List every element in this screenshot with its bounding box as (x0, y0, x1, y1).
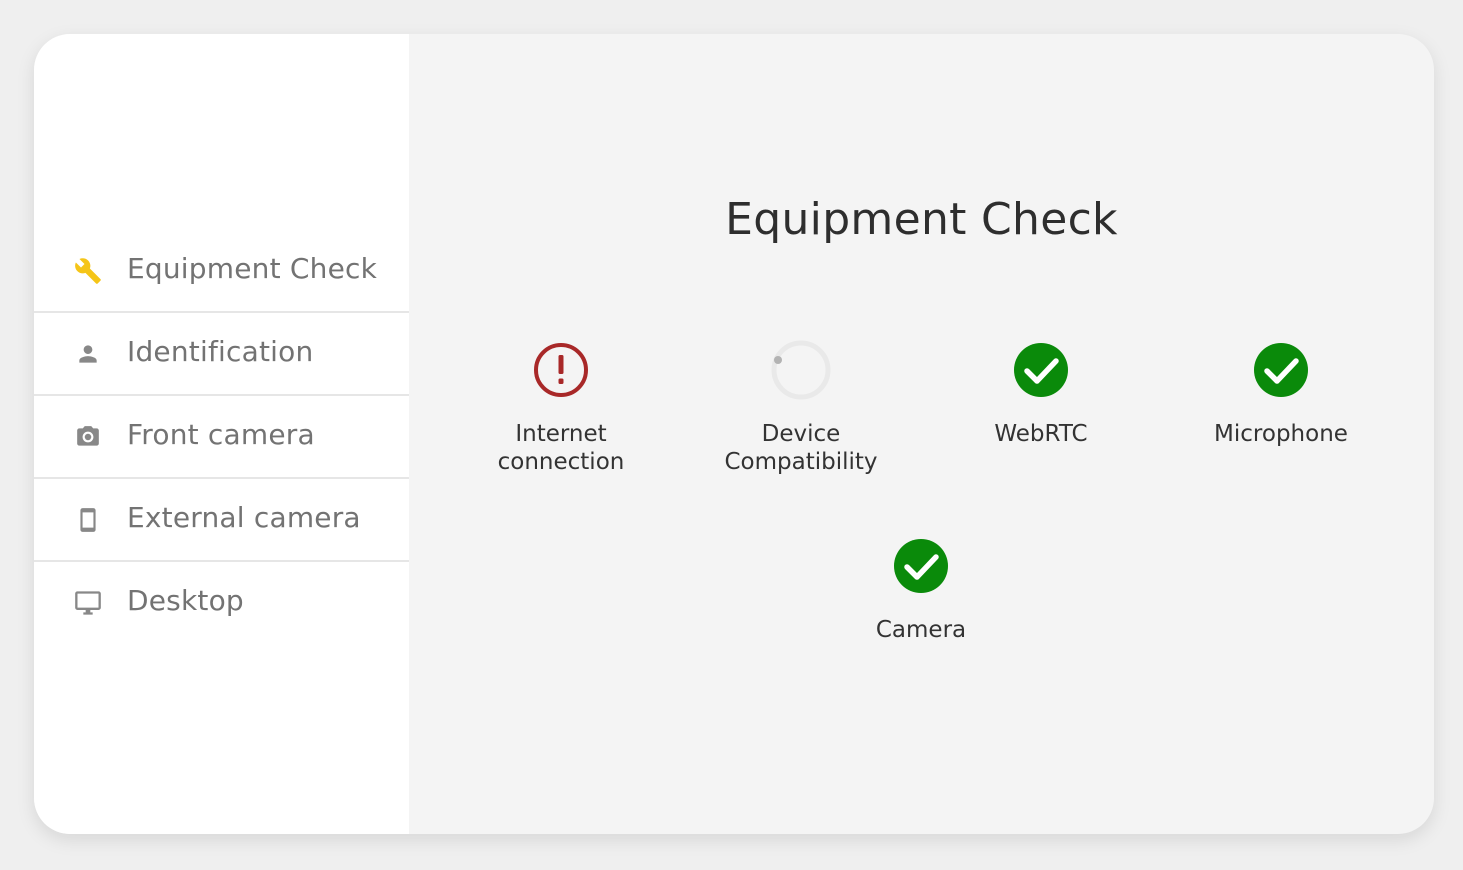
check-microphone: Microphone (1161, 338, 1401, 448)
sidebar-nav: Equipment Check Identification Front cam… (34, 230, 409, 643)
check-internet-connection: Internet connection (441, 338, 681, 476)
wrench-icon (74, 257, 102, 285)
sidebar-item-label: External camera (127, 501, 361, 534)
monitor-icon (74, 589, 102, 617)
page-title: Equipment Check (725, 194, 1118, 245)
check-label: Camera (875, 617, 967, 643)
sidebar-item-label: Desktop (127, 584, 244, 617)
spinner-icon (769, 338, 833, 402)
main-panel: Equipment Check Internet connection Devi… (409, 34, 1434, 834)
sidebar-item-equipment-check[interactable]: Equipment Check (34, 230, 409, 313)
check-circle-icon (1249, 338, 1313, 402)
sidebar-item-label: Equipment Check (127, 252, 378, 285)
check-circle-icon (1009, 338, 1073, 402)
sidebar-item-identification[interactable]: Identification (34, 313, 409, 396)
check-label: Device Compatibility (724, 421, 878, 475)
check-label: WebRTC (994, 421, 1088, 447)
check-camera: Camera (801, 534, 1041, 644)
sidebar-item-label: Front camera (127, 418, 315, 451)
smartphone-icon (74, 506, 102, 534)
check-label: Internet connection (497, 421, 625, 475)
sidebar-item-desktop[interactable]: Desktop (34, 562, 409, 643)
check-circle-icon (889, 534, 953, 598)
check-label: Microphone (1214, 421, 1348, 447)
check-webrtc: WebRTC (921, 338, 1161, 448)
error-icon (529, 338, 593, 402)
sidebar: Equipment Check Identification Front cam… (34, 34, 409, 834)
sidebar-item-label: Identification (127, 335, 314, 368)
person-icon (74, 340, 102, 368)
sidebar-item-external-camera[interactable]: External camera (34, 479, 409, 562)
equipment-check-card: Equipment Check Identification Front cam… (34, 34, 1434, 834)
camera-icon (74, 423, 102, 451)
check-device-compatibility: Device Compatibility (681, 338, 921, 476)
sidebar-item-front-camera[interactable]: Front camera (34, 396, 409, 479)
